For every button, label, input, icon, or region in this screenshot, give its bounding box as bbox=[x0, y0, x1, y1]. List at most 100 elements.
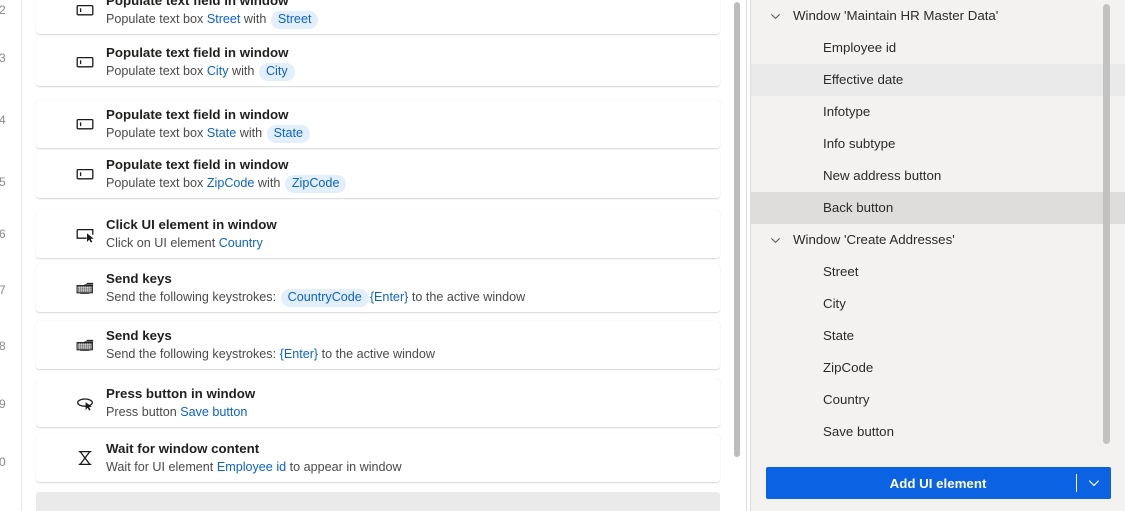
action-card[interactable]: Populate text field in window Populate te… bbox=[36, 150, 720, 198]
ui-tree-leaf-row[interactable]: Back button bbox=[751, 192, 1125, 224]
action-param-link[interactable]: City bbox=[207, 64, 229, 78]
button-split-divider bbox=[1075, 474, 1077, 492]
action-card-body: Populate text field in window Populate te… bbox=[106, 105, 712, 143]
ui-tree-group-row[interactable]: Window 'Create Addresses' bbox=[751, 224, 1125, 256]
ui-tree-label: Save button bbox=[823, 424, 894, 439]
action-description: Send the following keystrokes: CountryCo… bbox=[106, 288, 712, 307]
ui-tree-leaf-row[interactable]: State bbox=[751, 320, 1125, 352]
action-line-number: 3 bbox=[0, 51, 6, 65]
action-line-number: 2 bbox=[0, 3, 6, 17]
line-number-gutter: 2 3 4 5 6 7 8 9 0 bbox=[0, 0, 22, 511]
action-param-link[interactable]: Employee id bbox=[217, 460, 286, 474]
add-ui-element-label: Add UI element bbox=[889, 475, 987, 491]
ui-tree-label: Window 'Create Addresses' bbox=[793, 232, 955, 247]
action-line-number: 8 bbox=[0, 339, 6, 353]
action-card[interactable]: Populate text field in window Populate te… bbox=[36, 100, 720, 148]
action-card-body: Click UI element in window Click on UI el… bbox=[106, 215, 712, 253]
action-card-body: Send keys Send the following keystrokes: … bbox=[106, 326, 712, 364]
keyboard-icon bbox=[74, 334, 96, 356]
action-title: Populate text field in window bbox=[106, 45, 289, 60]
action-card[interactable]: Populate text field in window Populate te… bbox=[36, 0, 720, 34]
action-card[interactable]: Send keys Send the following keystrokes: … bbox=[36, 321, 720, 369]
ui-tree-label: New address button bbox=[823, 168, 942, 183]
action-text: Press button bbox=[106, 405, 181, 419]
hourglass-icon bbox=[74, 447, 96, 469]
action-variable-token[interactable]: ZipCode bbox=[284, 175, 347, 193]
action-description: Press button Save button bbox=[106, 403, 712, 422]
action-variable-token[interactable]: CountryCode bbox=[280, 289, 369, 307]
press-button-icon bbox=[74, 505, 96, 511]
ui-tree-leaf-row[interactable]: Employee id bbox=[751, 32, 1125, 64]
chevron-down-icon[interactable] bbox=[765, 6, 785, 26]
ui-tree-group-row[interactable]: Window 'Maintain HR Master Data' bbox=[751, 0, 1125, 32]
ui-tree-leaf-row[interactable]: Save button bbox=[751, 416, 1125, 448]
action-title: Send keys bbox=[106, 328, 172, 343]
ui-tree-vertical-scrollbar[interactable] bbox=[1103, 4, 1110, 451]
action-variable-token[interactable]: Street bbox=[270, 11, 319, 29]
action-card-body: Press button in window Press button Save … bbox=[106, 384, 712, 422]
action-key-token[interactable]: {Enter} bbox=[280, 347, 319, 361]
action-text: with bbox=[236, 126, 266, 140]
action-text: to appear in window bbox=[286, 460, 402, 474]
ui-tree-leaf-row[interactable]: New address button bbox=[751, 160, 1125, 192]
action-card[interactable]: Wait for window content Wait for UI eleme… bbox=[36, 434, 720, 482]
flow-actions-pane: 234567890 Populate text field in window P… bbox=[0, 0, 746, 511]
action-text: to the active window bbox=[318, 347, 436, 361]
click-ui-element-icon bbox=[74, 223, 96, 245]
action-description: Populate text box City with City bbox=[106, 62, 712, 81]
action-text: Wait for UI element bbox=[106, 460, 217, 474]
action-title: Send keys bbox=[106, 271, 172, 286]
keyboard-icon bbox=[74, 277, 96, 299]
ui-tree-leaf-row[interactable]: Street bbox=[751, 256, 1125, 288]
flow-scrollbar-thumb[interactable] bbox=[734, 2, 740, 457]
action-param-link[interactable]: Country bbox=[219, 236, 263, 250]
chevron-down-icon[interactable] bbox=[765, 230, 785, 250]
action-description: Click on UI element Country bbox=[106, 234, 712, 253]
ui-tree-label: ZipCode bbox=[823, 360, 874, 375]
action-variable-token[interactable]: City bbox=[258, 63, 295, 81]
action-description: Wait for UI element Employee id to appea… bbox=[106, 458, 712, 477]
action-card[interactable]: Click UI element in window Click on UI el… bbox=[36, 210, 720, 258]
ui-tree-label: Employee id bbox=[823, 40, 897, 55]
text-field-icon bbox=[74, 113, 96, 135]
ui-tree-label: Infotype bbox=[823, 104, 871, 119]
action-variable-token[interactable]: State bbox=[266, 125, 311, 143]
action-text: with bbox=[240, 12, 270, 26]
action-text: with bbox=[228, 64, 258, 78]
action-card-body: Populate text field in window Populate te… bbox=[106, 43, 712, 81]
ui-tree-leaf-row[interactable]: City bbox=[751, 288, 1125, 320]
ui-tree-leaf-row[interactable]: Effective date bbox=[751, 64, 1125, 96]
action-card-body: Populate text field in window Populate te… bbox=[106, 0, 712, 29]
actions-list[interactable]: Populate text field in window Populate te… bbox=[22, 0, 736, 511]
action-text: with bbox=[254, 176, 284, 190]
ui-tree-leaf-row[interactable]: ZipCode bbox=[751, 352, 1125, 384]
add-ui-element-button[interactable]: Add UI element bbox=[765, 467, 1111, 499]
action-param-link[interactable]: State bbox=[207, 126, 236, 140]
action-title: Populate text field in window bbox=[106, 0, 289, 8]
action-text: to the active window bbox=[408, 290, 526, 304]
action-card[interactable]: Populate text field in window Populate te… bbox=[36, 38, 720, 86]
action-param-link[interactable]: ZipCode bbox=[207, 176, 255, 190]
action-description: Populate text box Street with Street bbox=[106, 10, 712, 29]
ui-tree-leaf-row[interactable]: Infotype bbox=[751, 96, 1125, 128]
action-line-number: 9 bbox=[0, 397, 6, 411]
action-key-token[interactable]: {Enter} bbox=[370, 290, 409, 304]
chevron-down-icon[interactable] bbox=[1085, 474, 1103, 492]
ui-tree-leaf-row[interactable]: Info subtype bbox=[751, 128, 1125, 160]
action-text: Send the following keystrokes: bbox=[106, 290, 280, 304]
power-automate-designer: 234567890 Populate text field in window P… bbox=[0, 0, 1125, 511]
ui-tree-scrollbar-thumb[interactable] bbox=[1103, 4, 1110, 444]
action-card[interactable]: Press button in window bbox=[36, 492, 720, 511]
action-line-number: 4 bbox=[0, 113, 6, 127]
action-card[interactable]: Press button in window Press button Save … bbox=[36, 379, 720, 427]
action-text: Click on UI element bbox=[106, 236, 219, 250]
action-param-link[interactable]: Street bbox=[207, 12, 241, 26]
action-param-link[interactable]: Save button bbox=[180, 405, 247, 419]
ui-tree-leaf-row[interactable]: Country bbox=[751, 384, 1125, 416]
action-line-number: 5 bbox=[0, 175, 6, 189]
ui-elements-pane: Window 'Maintain HR Master Data' Employee… bbox=[751, 0, 1125, 511]
ui-elements-tree[interactable]: Window 'Maintain HR Master Data' Employee… bbox=[751, 0, 1125, 455]
flow-vertical-scrollbar[interactable] bbox=[734, 0, 740, 511]
action-card[interactable]: Send keys Send the following keystrokes: … bbox=[36, 264, 720, 312]
action-card-body: Populate text field in window Populate te… bbox=[106, 155, 712, 193]
